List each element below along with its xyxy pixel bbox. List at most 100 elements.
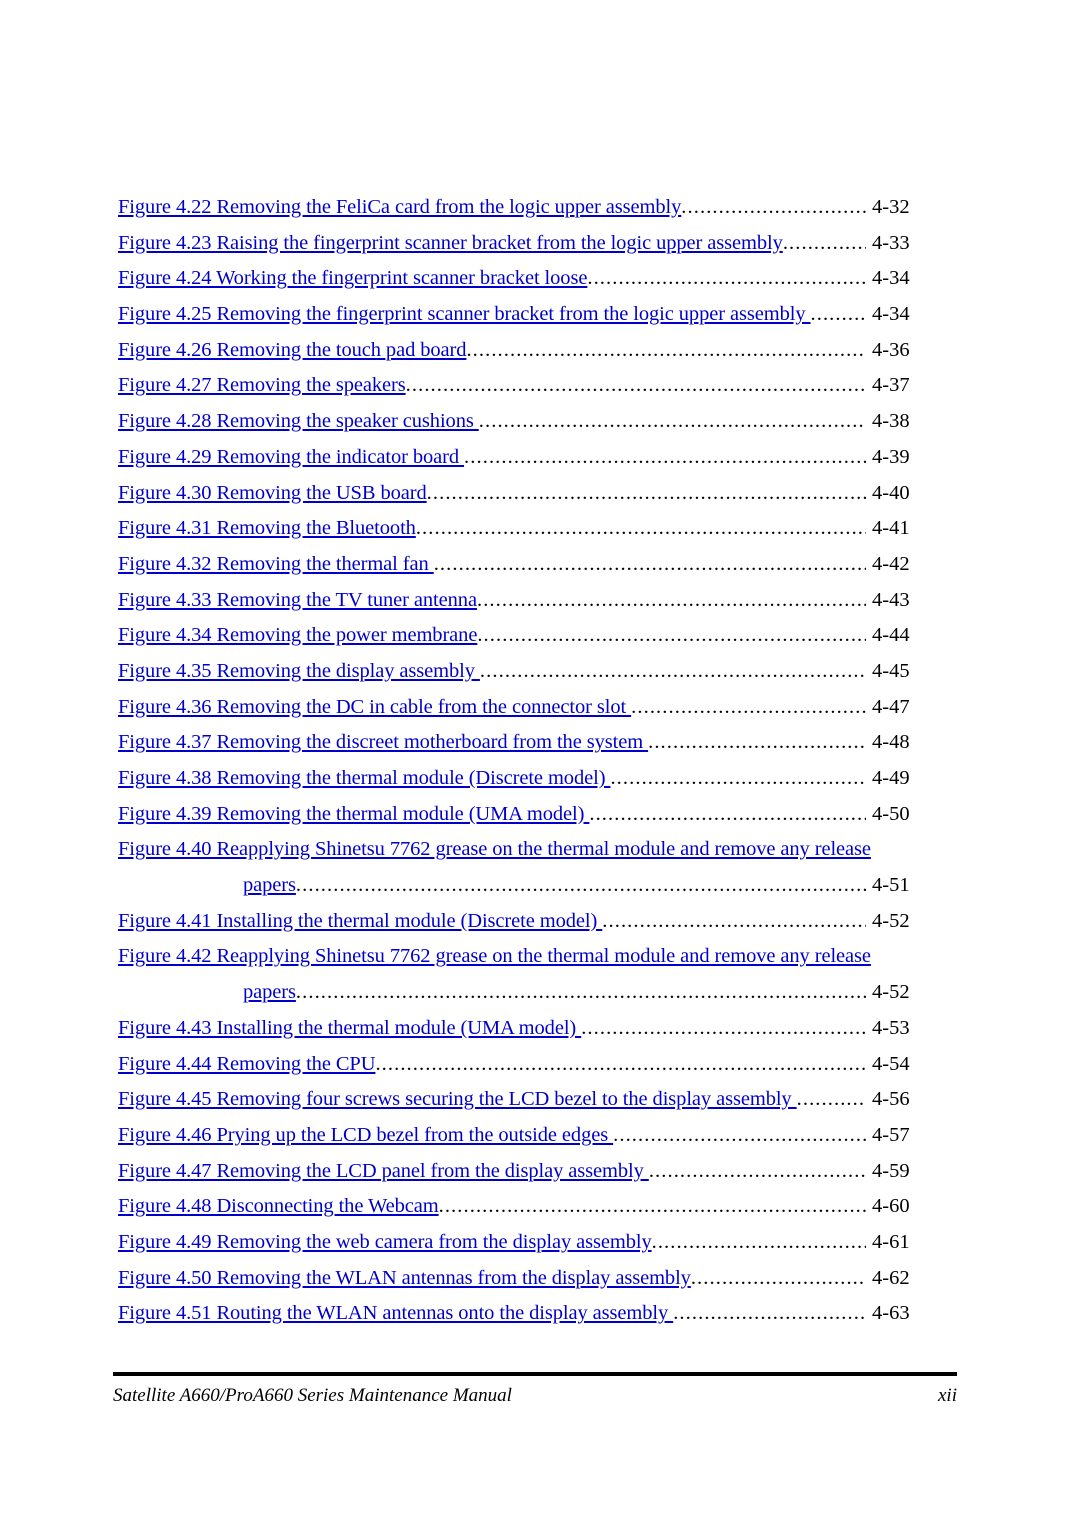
lof-entry[interactable]: Figure 4.28 Removing the speaker cushion… <box>118 404 918 440</box>
lof-entry-page-number[interactable]: 4-50 <box>872 797 910 833</box>
lof-entry-page-number[interactable]: 4-53 <box>872 1011 910 1047</box>
lof-entry[interactable]: Figure 4.31 Removing the Bluetooth......… <box>118 511 918 547</box>
lof-entry[interactable]: Figure 4.42 Reapplying Shinetsu 7762 gre… <box>118 939 918 1010</box>
lof-entry-title[interactable]: Figure 4.25 Removing the fingerprint sca… <box>118 303 811 325</box>
lof-entry-page-number[interactable]: 4-51 <box>872 868 910 904</box>
dot-leader: ........................................… <box>613 1123 866 1146</box>
lof-entry-title[interactable]: Figure 4.51 Routing the WLAN antennas on… <box>118 1302 673 1324</box>
lof-entry-title[interactable]: Figure 4.46 Prying up the LCD bezel from… <box>118 1124 613 1146</box>
lof-entry[interactable]: Figure 4.23 Raising the fingerprint scan… <box>118 226 918 262</box>
lof-entry-title[interactable]: Figure 4.42 Reapplying Shinetsu 7762 gre… <box>118 945 871 967</box>
lof-entry-title[interactable]: Figure 4.39 Removing the thermal module … <box>118 803 589 825</box>
lof-entry[interactable]: Figure 4.44 Removing the CPU............… <box>118 1047 918 1083</box>
lof-entry-page-number[interactable]: 4-56 <box>872 1082 910 1118</box>
lof-entry-page-number[interactable]: 4-37 <box>872 368 910 404</box>
lof-entry-title[interactable]: Figure 4.48 Disconnecting the Webcam <box>118 1195 439 1217</box>
lof-entry[interactable]: Figure 4.34 Removing the power membrane.… <box>118 618 918 654</box>
lof-entry[interactable]: Figure 4.41 Installing the thermal modul… <box>118 904 918 940</box>
lof-entry-page-number[interactable]: 4-52 <box>872 904 910 940</box>
lof-entry-line: Figure 4.32 Removing the thermal fan ...… <box>118 547 918 583</box>
lof-entry-page-number[interactable]: 4-63 <box>872 1296 910 1332</box>
lof-entry-title[interactable]: Figure 4.40 Reapplying Shinetsu 7762 gre… <box>118 838 871 860</box>
lof-entry-title[interactable]: Figure 4.50 Removing the WLAN antennas f… <box>118 1267 691 1289</box>
lof-entry-page-number[interactable]: 4-57 <box>872 1118 910 1154</box>
lof-entry-page-number[interactable]: 4-49 <box>872 761 910 797</box>
lof-entry-line: Figure 4.36 Removing the DC in cable fro… <box>118 690 918 726</box>
lof-entry-page-number[interactable]: 4-34 <box>872 261 910 297</box>
lof-entry-page-number[interactable]: 4-52 <box>872 975 910 1011</box>
lof-entry-page-number[interactable]: 4-34 <box>872 297 910 333</box>
lof-entry-title[interactable]: Figure 4.44 Removing the CPU <box>118 1053 376 1075</box>
lof-entry-page-number[interactable]: 4-38 <box>872 404 910 440</box>
lof-entry-title[interactable]: Figure 4.24 Working the fingerprint scan… <box>118 267 587 289</box>
lof-entry-title-continued[interactable]: papers <box>243 981 296 1003</box>
lof-entry-title[interactable]: Figure 4.29 Removing the indicator board <box>118 446 464 468</box>
lof-entry-title[interactable]: Figure 4.41 Installing the thermal modul… <box>118 910 602 932</box>
lof-entry[interactable]: Figure 4.45 Removing four screws securin… <box>118 1082 918 1118</box>
lof-entry-title[interactable]: Figure 4.37 Removing the discreet mother… <box>118 731 648 753</box>
lof-entry[interactable]: Figure 4.32 Removing the thermal fan ...… <box>118 547 918 583</box>
lof-entry-title[interactable]: Figure 4.32 Removing the thermal fan <box>118 553 434 575</box>
lof-entry-line: Figure 4.48 Disconnecting the Webcam....… <box>118 1189 918 1225</box>
lof-entry-page-number[interactable]: 4-48 <box>872 725 910 761</box>
lof-entry-page-number[interactable]: 4-39 <box>872 440 910 476</box>
lof-entry-title[interactable]: Figure 4.49 Removing the web camera from… <box>118 1231 652 1253</box>
lof-entry-title[interactable]: Figure 4.35 Removing the display assembl… <box>118 660 480 682</box>
lof-entry[interactable]: Figure 4.25 Removing the fingerprint sca… <box>118 297 918 333</box>
lof-entry-page-number[interactable]: 4-59 <box>872 1154 910 1190</box>
dot-leader: .................... <box>810 303 867 326</box>
lof-entry[interactable]: Figure 4.38 Removing the thermal module … <box>118 761 918 797</box>
lof-entry[interactable]: Figure 4.35 Removing the display assembl… <box>118 654 918 690</box>
lof-entry-page-number[interactable]: 4-62 <box>872 1261 910 1297</box>
lof-entry[interactable]: Figure 4.43 Installing the thermal modul… <box>118 1011 918 1047</box>
lof-entry[interactable]: Figure 4.37 Removing the discreet mother… <box>118 725 918 761</box>
lof-entry-page-number[interactable]: 4-44 <box>872 618 910 654</box>
lof-entry-page-number[interactable]: 4-45 <box>872 654 910 690</box>
lof-entry-title[interactable]: Figure 4.33 Removing the TV tuner antenn… <box>118 589 477 611</box>
lof-entry-line: Figure 4.38 Removing the thermal module … <box>118 761 918 797</box>
lof-entry-page-number[interactable]: 4-36 <box>872 333 910 369</box>
lof-entry-title[interactable]: Figure 4.43 Installing the thermal modul… <box>118 1017 581 1039</box>
dot-leader: ........................................… <box>587 267 866 290</box>
lof-entry[interactable]: Figure 4.30 Removing the USB board......… <box>118 476 918 512</box>
lof-entry[interactable]: Figure 4.24 Working the fingerprint scan… <box>118 261 918 297</box>
lof-entry-page-number[interactable]: 4-40 <box>872 476 910 512</box>
lof-entry-page-number[interactable]: 4-60 <box>872 1189 910 1225</box>
lof-entry[interactable]: Figure 4.29 Removing the indicator board… <box>118 440 918 476</box>
lof-entry[interactable]: Figure 4.46 Prying up the LCD bezel from… <box>118 1118 918 1154</box>
lof-entry[interactable]: Figure 4.47 Removing the LCD panel from … <box>118 1154 918 1190</box>
lof-entry[interactable]: Figure 4.48 Disconnecting the Webcam....… <box>118 1189 918 1225</box>
lof-entry-line: Figure 4.41 Installing the thermal modul… <box>118 904 918 940</box>
lof-entry[interactable]: Figure 4.40 Reapplying Shinetsu 7762 gre… <box>118 832 918 903</box>
lof-entry[interactable]: Figure 4.33 Removing the TV tuner antenn… <box>118 583 918 619</box>
lof-entry-title[interactable]: Figure 4.38 Removing the thermal module … <box>118 767 610 789</box>
lof-entry-title[interactable]: Figure 4.28 Removing the speaker cushion… <box>118 410 479 432</box>
lof-entry[interactable]: Figure 4.51 Routing the WLAN antennas on… <box>118 1296 918 1332</box>
lof-entry-page-number[interactable]: 4-43 <box>872 583 910 619</box>
lof-entry[interactable]: Figure 4.39 Removing the thermal module … <box>118 797 918 833</box>
lof-entry-page-number[interactable]: 4-47 <box>872 690 910 726</box>
lof-entry[interactable]: Figure 4.22 Removing the FeliCa card fro… <box>118 190 918 226</box>
lof-entry-title[interactable]: Figure 4.47 Removing the LCD panel from … <box>118 1160 649 1182</box>
lof-entry-title[interactable]: Figure 4.45 Removing four screws securin… <box>118 1088 797 1110</box>
lof-entry-title[interactable]: Figure 4.26 Removing the touch pad board <box>118 339 467 361</box>
lof-entry-page-number[interactable]: 4-61 <box>872 1225 910 1261</box>
lof-entry[interactable]: Figure 4.36 Removing the DC in cable fro… <box>118 690 918 726</box>
lof-entry-title[interactable]: Figure 4.31 Removing the Bluetooth <box>118 517 416 539</box>
lof-entry-page-number[interactable]: 4-42 <box>872 547 910 583</box>
lof-entry-title[interactable]: Figure 4.36 Removing the DC in cable fro… <box>118 696 631 718</box>
lof-entry-title[interactable]: Figure 4.30 Removing the USB board <box>118 482 427 504</box>
lof-entry-page-number[interactable]: 4-54 <box>872 1047 910 1083</box>
lof-entry-title[interactable]: Figure 4.22 Removing the FeliCa card fro… <box>118 196 681 218</box>
lof-entry[interactable]: Figure 4.49 Removing the web camera from… <box>118 1225 918 1261</box>
lof-entry[interactable]: Figure 4.50 Removing the WLAN antennas f… <box>118 1261 918 1297</box>
lof-entry-page-number[interactable]: 4-41 <box>872 511 910 547</box>
lof-entry-title[interactable]: Figure 4.27 Removing the speakers <box>118 374 406 396</box>
lof-entry-page-number[interactable]: 4-33 <box>872 226 910 262</box>
lof-entry-title-continued[interactable]: papers <box>243 874 296 896</box>
lof-entry[interactable]: Figure 4.26 Removing the touch pad board… <box>118 333 918 369</box>
lof-entry-title[interactable]: Figure 4.23 Raising the fingerprint scan… <box>118 232 783 254</box>
lof-entry-page-number[interactable]: 4-32 <box>872 190 910 226</box>
lof-entry[interactable]: Figure 4.27 Removing the speakers.......… <box>118 368 918 404</box>
lof-entry-title[interactable]: Figure 4.34 Removing the power membrane <box>118 624 477 646</box>
